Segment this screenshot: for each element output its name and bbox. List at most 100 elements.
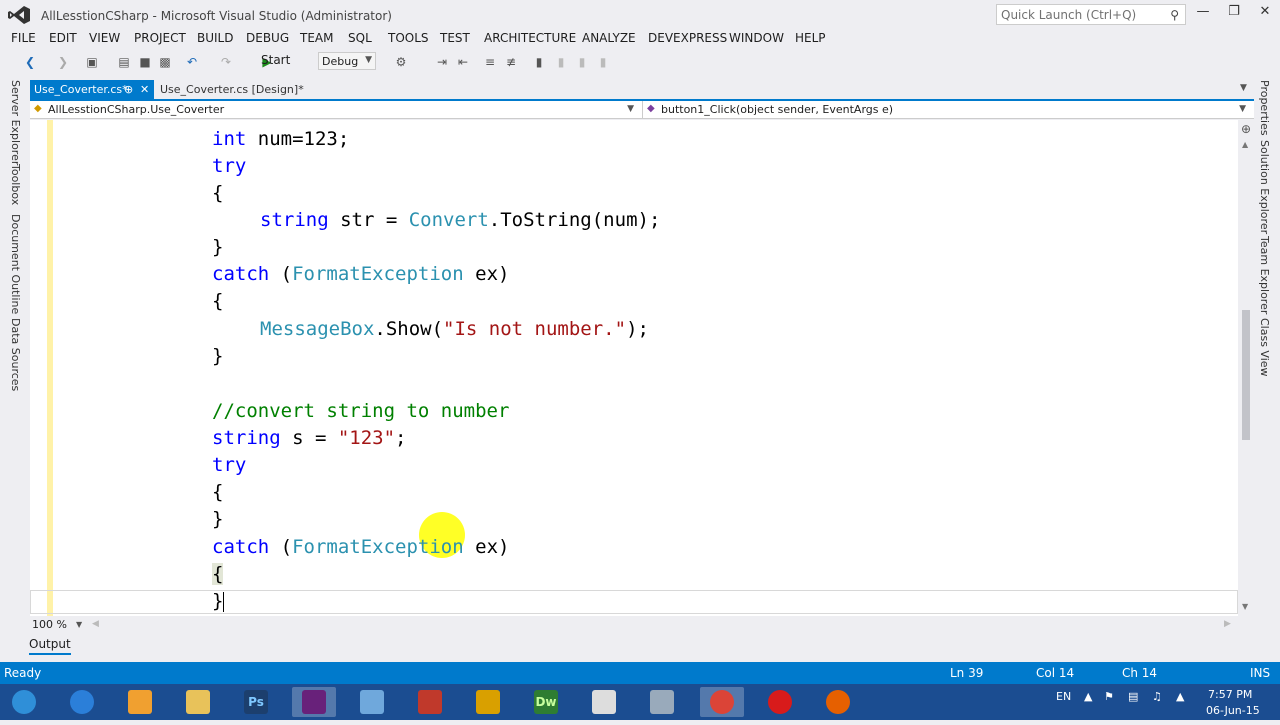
chevron-down-icon: ▼: [365, 55, 372, 65]
dreamweaver-icon[interactable]: Dw: [524, 687, 568, 717]
internet-explorer-icon[interactable]: [60, 687, 104, 717]
team-explorer-tab[interactable]: Team Explorer: [1258, 236, 1271, 314]
photoshop-icon-glyph: Ps: [244, 690, 268, 714]
chrome-icon[interactable]: [700, 687, 744, 717]
close-button[interactable]: ✕: [1250, 4, 1280, 24]
media-player-icon[interactable]: [118, 687, 162, 717]
minimize-button[interactable]: —: [1188, 4, 1218, 24]
close-icon[interactable]: ✕: [140, 83, 149, 96]
tab-use-coverter-cs[interactable]: Use_Coverter.cs* ⊕ ✕: [30, 80, 154, 99]
start-orb-icon[interactable]: [2, 687, 46, 717]
menu-view[interactable]: VIEW: [89, 31, 120, 45]
member-dropdown[interactable]: ◆ button1_Click(object sender, EventArgs…: [642, 101, 1252, 118]
menu-test[interactable]: TEST: [440, 31, 470, 45]
data-sources-tab[interactable]: Data Sources: [9, 318, 22, 391]
vertical-scrollbar[interactable]: ⊕ ▲ ▼: [1238, 120, 1254, 616]
chevron-up-icon[interactable]: ▲: [1242, 140, 1248, 149]
menu-team[interactable]: TEAM: [300, 31, 333, 45]
undo-icon[interactable]: ↶: [184, 54, 200, 70]
back-icon[interactable]: ❮: [22, 54, 38, 70]
zoom-dropdown[interactable]: 100 % ▼: [30, 618, 86, 633]
editor-footer: 100 % ▼ ◀ ▶: [30, 617, 1238, 634]
chevron-right-icon[interactable]: ▶: [1224, 619, 1231, 629]
menu-bar: FILE EDIT VIEW PROJECT BUILD DEBUG TEAM …: [0, 30, 1280, 48]
code-line: MessageBox.Show("Is not number.");: [260, 318, 649, 340]
solution-config-dropdown[interactable]: Debug ▼: [318, 52, 376, 70]
firefox-icon-glyph: [826, 690, 850, 714]
redo-icon[interactable]: ↷: [218, 54, 234, 70]
menu-sql[interactable]: SQL: [348, 31, 372, 45]
file-explorer-icon[interactable]: [176, 687, 220, 717]
menu-project[interactable]: PROJECT: [134, 31, 186, 45]
search-icon[interactable]: ⚲: [1170, 8, 1179, 22]
firefox-icon[interactable]: [816, 687, 860, 717]
uncomment-icon[interactable]: ≢: [503, 54, 519, 70]
prev-bookmark-icon[interactable]: ▮: [553, 54, 569, 70]
network-globe-icon[interactable]: [640, 687, 684, 717]
outdent-icon[interactable]: ⇤: [455, 54, 471, 70]
document-outline-tab[interactable]: Document Outline: [9, 214, 22, 314]
open-file-icon[interactable]: ▤: [116, 54, 132, 70]
chevron-up-icon[interactable]: ▲: [1084, 690, 1092, 703]
attach-process-icon[interactable]: ⚙: [393, 54, 409, 70]
split-icon[interactable]: ⊕: [1241, 122, 1251, 136]
eraser-app-icon-glyph: [418, 690, 442, 714]
new-project-icon[interactable]: ▣: [84, 54, 100, 70]
tab-use-coverter-design[interactable]: Use_Coverter.cs [Design]*: [156, 80, 316, 99]
properties-tab[interactable]: Properties: [1258, 80, 1271, 136]
status-char: Ch 14: [1122, 666, 1158, 680]
start-button[interactable]: Start: [261, 53, 290, 67]
class-view-tab[interactable]: Class View: [1258, 318, 1271, 377]
chevron-down-icon[interactable]: ▼: [1242, 602, 1248, 611]
input-language[interactable]: EN: [1056, 690, 1071, 703]
comment-icon[interactable]: ≡: [482, 54, 498, 70]
code-editor[interactable]: int num=123; try { string str = Convert.…: [30, 120, 1238, 616]
clear-bookmarks-icon[interactable]: ▮: [595, 54, 611, 70]
menu-architecture[interactable]: ARCHITECTURE: [484, 31, 576, 45]
chevron-down-icon[interactable]: ▼: [1240, 83, 1247, 93]
status-insert-mode: INS: [1250, 666, 1271, 680]
pin-icon[interactable]: ⊕: [124, 83, 133, 96]
cube-app-icon[interactable]: [350, 687, 394, 717]
chevron-left-icon[interactable]: ◀: [92, 619, 99, 629]
code-line: try: [212, 155, 247, 177]
signal-icon[interactable]: ▲: [1176, 690, 1184, 703]
solution-explorer-tab[interactable]: Solution Explorer: [1258, 140, 1271, 234]
clock-date[interactable]: 06-Jun-15: [1206, 704, 1260, 717]
eraser-app-icon[interactable]: [408, 687, 452, 717]
photoshop-icon[interactable]: Ps: [234, 687, 278, 717]
menu-debug[interactable]: DEBUG: [246, 31, 289, 45]
forward-icon[interactable]: ❯: [55, 54, 71, 70]
menu-file[interactable]: FILE: [11, 31, 36, 45]
visual-studio-icon[interactable]: [292, 687, 336, 717]
output-tab[interactable]: Output: [29, 637, 71, 655]
paint-tools-icon[interactable]: [466, 687, 510, 717]
speaker-icon[interactable]: ♫: [1152, 690, 1162, 703]
scrollbar-thumb[interactable]: [1242, 310, 1250, 440]
menu-help[interactable]: HELP: [795, 31, 826, 45]
flag-icon[interactable]: ⚑: [1104, 690, 1114, 703]
next-bookmark-icon[interactable]: ▮: [574, 54, 590, 70]
restore-button[interactable]: ❐: [1219, 4, 1249, 24]
menu-devexpress[interactable]: DEVEXPRESS: [648, 31, 727, 45]
indent-icon[interactable]: ⇥: [434, 54, 450, 70]
chrome-icon-glyph: [710, 690, 734, 714]
server-explorer-tab[interactable]: Server Explorer: [9, 80, 22, 165]
window-app-icon[interactable]: [582, 687, 626, 717]
menu-tools[interactable]: TOOLS: [388, 31, 429, 45]
clock-time[interactable]: 7:57 PM: [1208, 688, 1252, 701]
network-icon[interactable]: ▤: [1128, 690, 1138, 703]
menu-window[interactable]: WINDOW: [729, 31, 784, 45]
opera-icon[interactable]: [758, 687, 802, 717]
member-dropdown-value: button1_Click(object sender, EventArgs e…: [661, 103, 894, 116]
save-all-icon[interactable]: ▩: [157, 54, 173, 70]
menu-build[interactable]: BUILD: [197, 31, 233, 45]
type-dropdown[interactable]: ◆ AllLesstionCSharp.Use_Coverter ▼: [30, 101, 640, 118]
bookmark-icon[interactable]: ▮: [531, 54, 547, 70]
toolbox-tab[interactable]: Toolbox: [9, 164, 22, 205]
menu-analyze[interactable]: ANALYZE: [582, 31, 636, 45]
quick-launch-input[interactable]: Quick Launch (Ctrl+Q) ⚲: [996, 4, 1186, 25]
menu-edit[interactable]: EDIT: [49, 31, 77, 45]
solution-config-value: Debug: [322, 55, 359, 68]
save-icon[interactable]: ■: [137, 54, 153, 70]
